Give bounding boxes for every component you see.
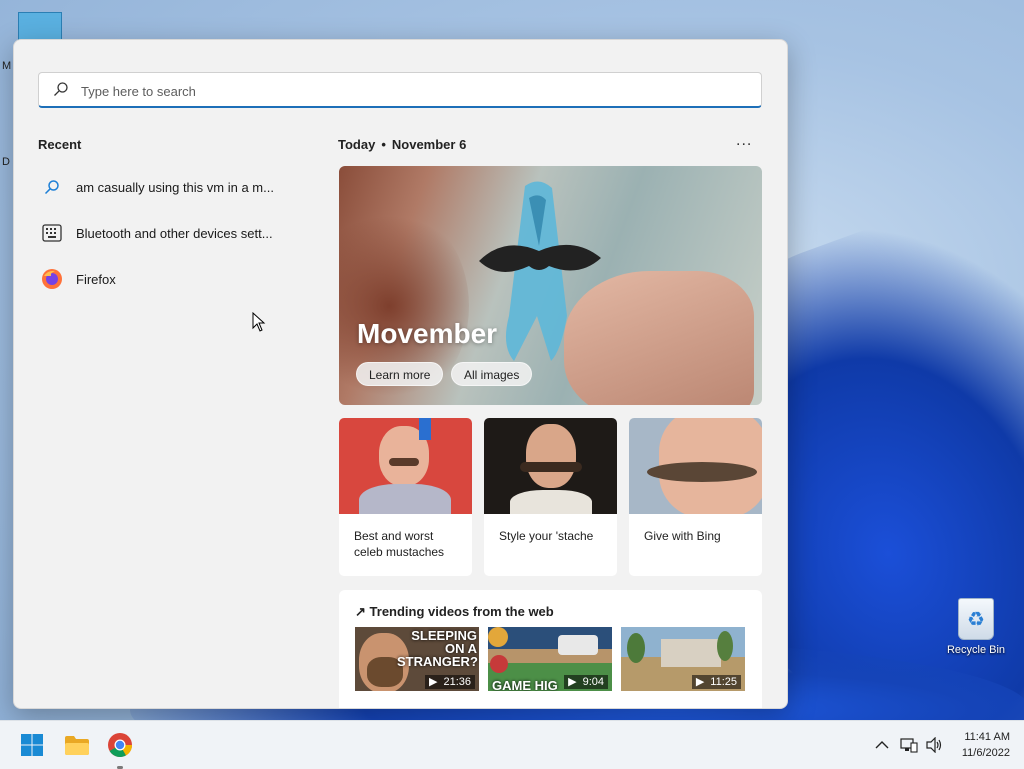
file-explorer-button[interactable] [61, 729, 93, 761]
play-icon: ▶ [695, 676, 705, 688]
recycle-bin-icon: ♻ [958, 598, 994, 640]
search-panel: Recent am casually using this vm in a m.… [13, 39, 788, 709]
recycle-bin[interactable]: ♻ Recycle Bin [944, 598, 1008, 656]
video-duration: ▶ 21:36 [425, 675, 475, 689]
clock-date: 11/6/2022 [961, 747, 1010, 759]
card-thumbnail [629, 418, 762, 514]
recent-item-firefox[interactable]: Firefox [40, 262, 310, 296]
trending-heading: ↗ Trending videos from the web [355, 604, 554, 620]
more-options-button[interactable]: ... [736, 132, 752, 150]
start-button[interactable] [16, 729, 48, 761]
video-overlay-text: SLEEPING ON A STRANGER? [397, 628, 478, 669]
card-label: Give with Bing [644, 529, 721, 543]
file-explorer-icon [65, 736, 89, 755]
today-header: Today • November 6 [338, 137, 466, 152]
clock[interactable]: 11:41 AM 11/6/2022 [946, 729, 1010, 761]
video-duration-text: 11:25 [710, 676, 737, 688]
chevron-up-icon[interactable] [872, 735, 892, 755]
video-overlay-text: GAME HIG [492, 678, 558, 691]
video-duration: ▶ 9:04 [564, 675, 608, 689]
hero-card-movember[interactable]: Movember Learn more All images [339, 166, 762, 405]
all-images-button[interactable]: All images [451, 362, 533, 386]
desktop-icon-label: D [2, 156, 10, 168]
video-duration: ▶ 11:25 [691, 675, 741, 689]
search-input[interactable] [79, 79, 743, 103]
search-box[interactable] [38, 72, 762, 108]
clock-time: 11:41 AM [964, 731, 1010, 743]
card-label: Best and worst celeb mustaches [354, 529, 445, 559]
video-duration-text: 9:04 [582, 676, 604, 688]
recent-item-label: Bluetooth and other devices sett... [76, 225, 273, 241]
network-icon[interactable] [899, 735, 919, 755]
video-duration-text: 21:36 [443, 676, 471, 688]
settings-keyboard-icon [40, 221, 64, 245]
video-thumbnail[interactable]: ▶ 11:25 [621, 627, 745, 691]
recent-item-label: Firefox [76, 271, 116, 287]
recent-item-bluetooth-settings[interactable]: Bluetooth and other devices sett... [40, 216, 310, 250]
chrome-icon [108, 733, 132, 758]
card-give-with-bing[interactable]: Give with Bing [629, 418, 762, 576]
start-icon [21, 734, 43, 756]
recent-item-search[interactable]: am casually using this vm in a m... [40, 170, 310, 204]
hero-title: Movember [357, 318, 498, 349]
recent-heading: Recent [38, 137, 82, 152]
card-celeb-mustaches[interactable]: Best and worst celeb mustaches [339, 418, 472, 576]
card-thumbnail [484, 418, 617, 514]
search-icon [54, 82, 68, 96]
desktop-icon-label: M [2, 60, 12, 72]
trending-heading-text: Trending videos from the web [369, 604, 554, 619]
trending-videos-section: ↗ Trending videos from the web SLEEPING … [339, 590, 762, 708]
search-icon [40, 175, 64, 199]
video-thumbnail[interactable]: SLEEPING ON A STRANGER? ▶ 21:36 [355, 627, 479, 691]
play-icon: ▶ [568, 676, 577, 688]
video-thumbnail[interactable]: GAME HIG ▶ 9:04 [488, 627, 612, 691]
card-label: Style your 'stache [499, 529, 594, 543]
today-label: Today [338, 137, 376, 152]
chrome-button[interactable] [104, 729, 136, 761]
play-icon: ▶ [429, 676, 438, 688]
card-thumbnail [339, 418, 472, 514]
mouse-cursor-icon [252, 312, 266, 332]
firefox-icon [40, 267, 64, 291]
trending-arrow-icon: ↗ [355, 604, 366, 619]
card-style-stache[interactable]: Style your 'stache [484, 418, 617, 576]
taskbar: 11:41 AM 11/6/2022 [0, 720, 1024, 769]
today-date: November 6 [391, 137, 467, 152]
volume-icon[interactable] [925, 735, 945, 755]
learn-more-button[interactable]: Learn more [356, 362, 444, 386]
recent-item-label: am casually using this vm in a m... [76, 179, 274, 195]
recycle-bin-label: Recycle Bin [946, 644, 1006, 656]
separator-dot: • [381, 137, 386, 152]
